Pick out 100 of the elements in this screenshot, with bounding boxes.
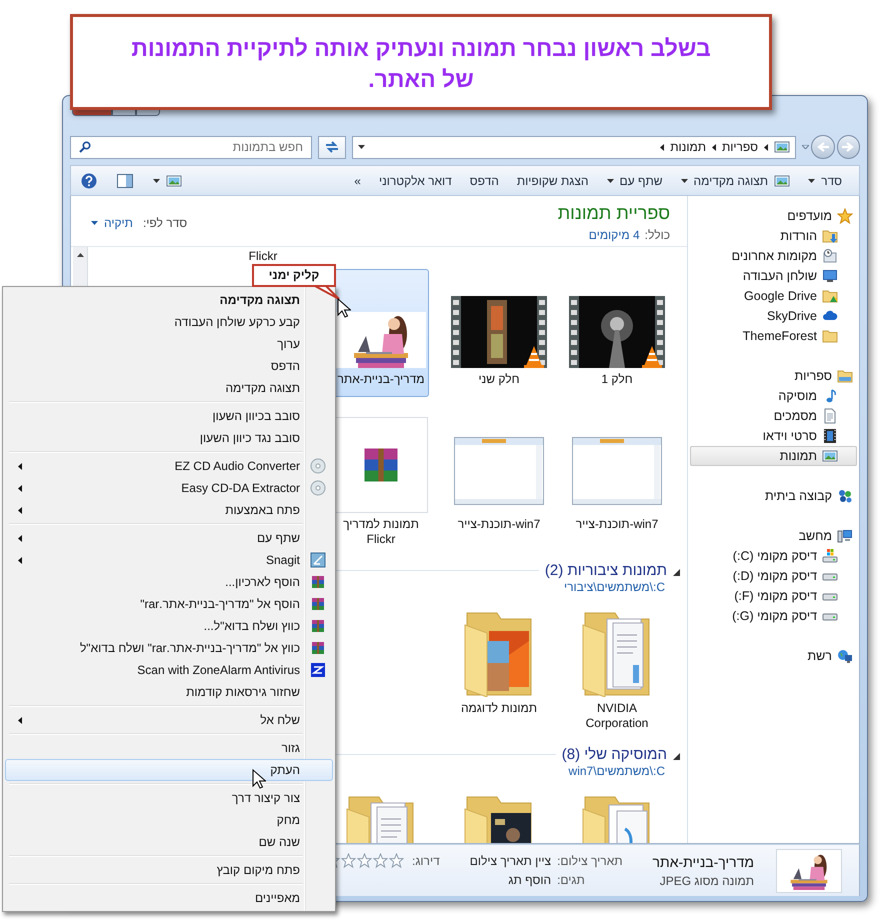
menu-item[interactable]: כווץ אל "מדריך-בניית-אתר.rar" ושלח בדוא"ל <box>5 637 333 659</box>
address-bar[interactable]: ספריות תמונות <box>352 136 796 158</box>
arrange-dropdown[interactable]: תיקיה <box>91 216 133 230</box>
group-title[interactable]: תמונות ציבוריות (2) <box>544 562 667 579</box>
nav-item[interactable]: דיסק מקומי (C:) <box>690 546 857 566</box>
file-tile[interactable]: חלק 1 <box>569 269 665 397</box>
nav-item[interactable]: דיסק מקומי (G:) <box>690 606 857 626</box>
menu-item[interactable]: הדפס <box>5 355 333 377</box>
group-title[interactable]: המוסיקה שלי (8) <box>562 746 667 763</box>
folder-triangle-icon <box>822 288 838 304</box>
file-tile[interactable]: NVIDIA Corporation <box>569 598 665 732</box>
nav-item[interactable]: סרטי וידאו <box>690 426 857 446</box>
more-button[interactable]: » <box>345 168 370 192</box>
nav-item[interactable]: קבוצה ביתית <box>690 486 857 506</box>
search-box[interactable]: חפש בתמונות <box>70 136 312 158</box>
caret-icon[interactable] <box>153 178 160 182</box>
includes-label: כולל: <box>644 228 670 242</box>
field-value[interactable]: הוסף תג <box>470 873 552 887</box>
nav-item[interactable]: מועדפים <box>690 206 857 226</box>
collapse-triangle-icon[interactable] <box>673 569 680 576</box>
nav-item[interactable]: מוסיקה <box>690 386 857 406</box>
traffic-cone-icon <box>524 346 544 368</box>
menu-item[interactable]: גזור <box>5 737 333 759</box>
menu-item[interactable]: סובב בכיוון השעון <box>5 405 333 427</box>
nav-item[interactable]: שולחן העבודה <box>690 266 857 286</box>
submenu-arrow-icon <box>18 462 22 470</box>
computer-icon <box>837 528 853 544</box>
locations-link[interactable]: 4 מיקומים <box>588 228 640 242</box>
toolbar-button[interactable]: הצגת שקופיות <box>508 168 598 192</box>
file-type: תמונה מסוג JPEG <box>658 874 754 888</box>
menu-item[interactable]: EZ CD Audio Converter <box>5 455 333 477</box>
nav-item[interactable]: דיסק מקומי (D:) <box>690 566 857 586</box>
menu-item[interactable]: מחק <box>5 809 333 831</box>
arrow-icon <box>842 142 854 152</box>
help-icon[interactable] <box>81 172 97 188</box>
menu-item[interactable]: הוסף אל "מדריך-בניית-אתר.rar" <box>5 593 333 615</box>
menu-item[interactable]: שתף עם <box>5 527 333 549</box>
toolbar-button[interactable]: דואר אלקטרוני <box>370 168 461 192</box>
menu-item[interactable]: Snagit <box>5 549 333 571</box>
breadcrumb-item[interactable]: תמונות <box>670 140 706 154</box>
menu-item[interactable]: פתח באמצעות <box>5 499 333 521</box>
toolbar-button[interactable]: תצוגה מקדימה <box>672 168 800 192</box>
monitor-icon <box>822 268 838 284</box>
menu-item[interactable]: מאפיינים <box>5 887 333 909</box>
file-tile[interactable]: תמונות לדוגמה <box>451 598 547 732</box>
nav-item[interactable]: מקומות אחרונים <box>690 246 857 266</box>
nav-item[interactable]: מחשב <box>690 526 857 546</box>
menu-item[interactable]: Easy CD-DA Extractor <box>5 477 333 499</box>
nav-item[interactable]: SkyDrive <box>690 306 857 326</box>
nav-item[interactable]: Google Drive <box>690 286 857 306</box>
nav-item[interactable]: דיסק מקומי (F:) <box>690 586 857 606</box>
nav-item[interactable]: רשת <box>690 646 857 666</box>
menu-item[interactable]: קבע כרקע שולחן העבודה <box>5 311 333 333</box>
menu-item[interactable]: הוסף לארכיון... <box>5 571 333 593</box>
star-icon[interactable] <box>373 853 388 868</box>
toolbar-button[interactable]: סדר <box>799 168 851 192</box>
back-button[interactable] <box>836 135 860 159</box>
nav-item[interactable]: ThemeForest <box>690 326 857 346</box>
menu-item[interactable]: צור קיצור דרך <box>5 787 333 809</box>
forward-button[interactable] <box>811 135 834 159</box>
logo-icon <box>310 662 326 678</box>
cursor-icon <box>337 298 351 318</box>
image-icon[interactable] <box>166 172 182 188</box>
submenu-arrow-icon <box>18 716 22 724</box>
file-tile[interactable]: תמונות למדריך Flickr <box>333 414 429 548</box>
caret-icon <box>808 178 816 182</box>
nav-item[interactable]: תמונות <box>690 446 857 466</box>
menu-item[interactable]: ערוך <box>5 333 333 355</box>
submenu-arrow-icon <box>18 556 22 564</box>
toolbar-button[interactable]: הדפס <box>460 168 508 192</box>
folder-arrow-icon <box>822 228 838 244</box>
menu-item[interactable]: העתק <box>5 759 333 781</box>
search-field[interactable]: חפש בתמונות <box>91 140 303 154</box>
nav-item[interactable]: ספריות <box>690 366 857 386</box>
nav-item[interactable]: מסמכים <box>690 406 857 426</box>
menu-item[interactable]: כווץ ושלח בדוא"ל... <box>5 615 333 637</box>
menu-item[interactable]: Scan with ZoneAlarm Antivirus <box>5 659 333 681</box>
pane-icon[interactable] <box>117 174 133 188</box>
star-icon[interactable] <box>357 853 372 868</box>
collapse-triangle-icon[interactable] <box>673 753 680 760</box>
file-tile[interactable]: מדריך-בניית-אתר <box>333 269 429 397</box>
scroll-up-icon[interactable] <box>76 253 84 257</box>
menu-item[interactable]: סובב נגד כיוון השעון <box>5 427 333 449</box>
menu-item[interactable]: פתח מיקום קובץ <box>5 859 333 881</box>
field-value[interactable]: ציין תאריך צילום <box>470 854 552 868</box>
menu-item[interactable]: שנה שם <box>5 831 333 853</box>
file-tile[interactable]: חלק שני <box>451 269 547 397</box>
field-label: דירוג: <box>412 854 440 868</box>
menu-item[interactable]: תצוגה מקדימה <box>5 377 333 399</box>
toolbar-button[interactable]: שתף עם <box>598 168 672 192</box>
menu-item[interactable]: שחזור גירסאות קודמות <box>5 681 333 703</box>
caret-icon[interactable] <box>358 145 365 149</box>
nav-item[interactable]: הורדות <box>690 226 857 246</box>
star-icon[interactable] <box>389 853 404 868</box>
file-tile[interactable]: win7-תוכנת-צייר <box>451 414 547 548</box>
star-icon[interactable] <box>341 853 356 868</box>
breadcrumb-item[interactable]: ספריות <box>722 140 758 154</box>
menu-item[interactable]: שלח אל <box>5 709 333 731</box>
file-tile[interactable]: win7-תוכנת-צייר <box>569 414 665 548</box>
refresh-button[interactable] <box>318 136 346 158</box>
